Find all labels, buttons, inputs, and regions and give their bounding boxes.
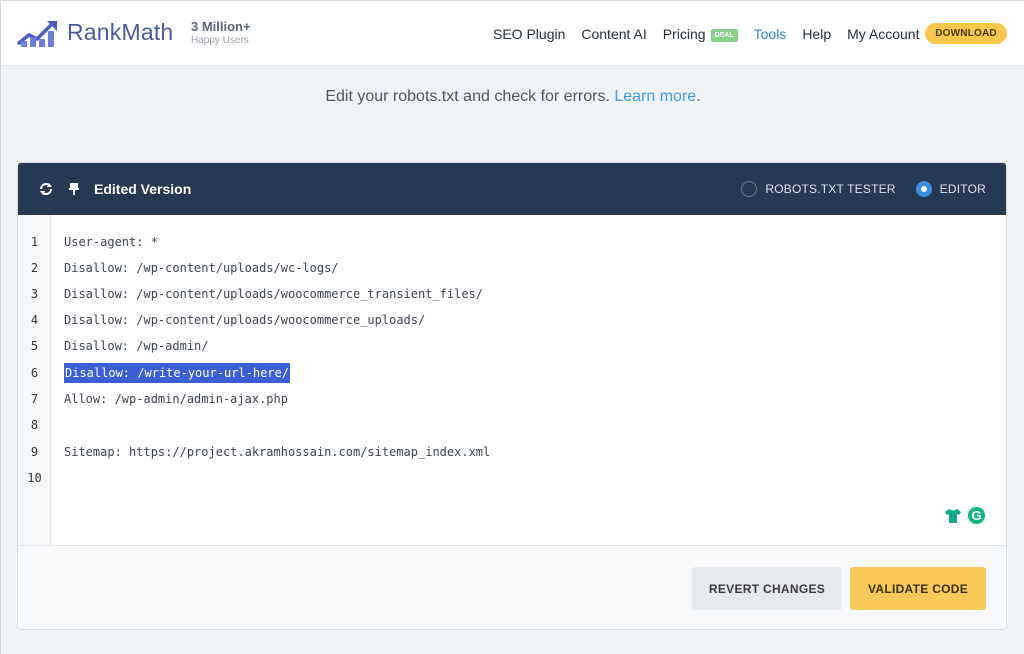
- mode-switch: ROBOTS.TXT TESTER EDITOR: [721, 181, 986, 197]
- code-line[interactable]: Disallow: /wp-admin/: [64, 333, 209, 359]
- line-number: 7: [30, 392, 39, 406]
- site-header: RankMath 3 Million+ Happy Users SEO Plug…: [1, 1, 1024, 66]
- code-line[interactable]: Allow: /wp-admin/admin-ajax.php: [64, 386, 288, 412]
- grammarly-icon[interactable]: G: [966, 505, 987, 526]
- validate-code-button[interactable]: VALIDATE CODE: [850, 567, 986, 610]
- extension-icons: G: [944, 505, 987, 526]
- mode-editor[interactable]: EDITOR: [915, 181, 986, 197]
- intro-text: Edit your robots.txt and check for error…: [1, 88, 1024, 106]
- mode-robots-tester-label: ROBOTS.TXT TESTER: [765, 182, 896, 196]
- nav-seo-plugin[interactable]: SEO Plugin: [493, 26, 565, 42]
- code-line[interactable]: User-agent: *: [64, 229, 158, 255]
- edit-pin-icon: [66, 181, 82, 197]
- nav-help[interactable]: Help: [802, 26, 831, 42]
- radio-robots-tester[interactable]: [741, 181, 758, 197]
- learn-more-link[interactable]: Learn more: [614, 88, 696, 105]
- refresh-icon[interactable]: [38, 181, 54, 197]
- nav-pricing-label: Pricing: [662, 26, 706, 42]
- brand-name: RankMath: [67, 18, 174, 45]
- code-line-selected[interactable]: Disallow: /write-your-url-here/: [64, 360, 290, 386]
- users-count: 3 Million+: [191, 19, 251, 34]
- code-editor[interactable]: 1 2 3 4 5 6 7 8 9 10 User-agent: * Disal…: [18, 215, 1006, 545]
- radio-editor[interactable]: [915, 181, 932, 197]
- mode-robots-tester[interactable]: ROBOTS.TXT TESTER: [741, 181, 895, 197]
- selected-text[interactable]: Disallow: /write-your-url-here/: [64, 363, 290, 383]
- line-number: 3: [30, 287, 39, 301]
- nav-tools[interactable]: Tools: [754, 26, 787, 42]
- nav-my-account[interactable]: My Account: [847, 26, 919, 42]
- code-line[interactable]: Disallow: /wp-content/uploads/wc-logs/: [64, 255, 339, 281]
- line-number: 6: [30, 366, 39, 380]
- deal-badge: DEAL: [710, 29, 738, 42]
- code-line[interactable]: Disallow: /wp-content/uploads/woocommerc…: [64, 281, 483, 307]
- line-number: 1: [30, 235, 39, 249]
- tshirt-icon[interactable]: [944, 508, 962, 524]
- line-number: 10: [27, 471, 42, 485]
- robots-editor-panel: Edited Version ROBOTS.TXT TESTER EDITOR …: [17, 162, 1007, 630]
- line-number: 2: [30, 261, 39, 275]
- nav-pricing[interactable]: Pricing DEAL: [663, 26, 738, 42]
- panel-footer: REVERT CHANGES VALIDATE CODE: [18, 545, 1006, 629]
- main-nav: SEO Plugin Content AI Pricing DEAL Tools …: [493, 26, 935, 42]
- line-number: 5: [30, 339, 39, 353]
- line-gutter: 1 2 3 4 5 6 7 8 9 10: [18, 215, 51, 545]
- nav-content-ai[interactable]: Content AI: [581, 26, 646, 42]
- intro-description: Edit your robots.txt and check for error…: [325, 88, 610, 105]
- logo-chart-icon: [17, 21, 57, 47]
- rankmath-logo[interactable]: RankMath: [17, 17, 173, 47]
- code-line[interactable]: Sitemap: https://project.akramhossain.co…: [64, 439, 490, 465]
- line-number: 9: [30, 445, 39, 459]
- users-stat: 3 Million+ Happy Users: [191, 20, 251, 46]
- line-number: 8: [30, 418, 39, 432]
- users-label: Happy Users: [191, 35, 249, 46]
- panel-header: Edited Version ROBOTS.TXT TESTER EDITOR: [18, 163, 1006, 215]
- download-button[interactable]: DOWNLOAD: [925, 23, 1007, 44]
- intro-suffix: .: [696, 88, 701, 105]
- mode-editor-label: EDITOR: [939, 182, 986, 196]
- line-number: 4: [30, 313, 39, 327]
- code-line[interactable]: Disallow: /wp-content/uploads/woocommerc…: [64, 307, 425, 333]
- revert-changes-button[interactable]: REVERT CHANGES: [692, 567, 842, 610]
- panel-title: Edited Version: [94, 181, 192, 197]
